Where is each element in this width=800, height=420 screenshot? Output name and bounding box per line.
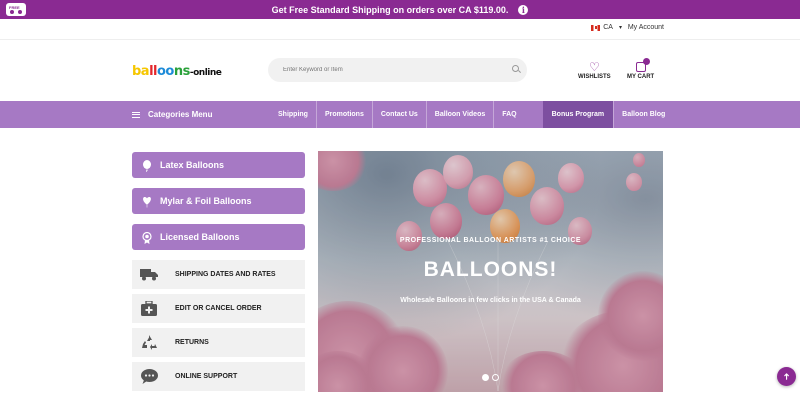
cart-count-badge — [642, 58, 650, 65]
scroll-to-top-button[interactable]: ➜ — [777, 367, 796, 386]
chat-bubble-icon — [140, 369, 158, 385]
logo-part: ba — [132, 64, 150, 79]
arrow-up-icon: ➜ — [780, 372, 791, 381]
nav-links: Shipping Promotions Contact Us Balloon V… — [270, 101, 673, 128]
heart-icon: ♡ — [588, 60, 600, 74]
site-header: balloons-online ♡ WISHLISTS MY CART — [0, 41, 800, 101]
nav-link-balloon-blog[interactable]: Balloon Blog — [613, 101, 673, 128]
nav-link-faq[interactable]: FAQ — [493, 101, 524, 128]
badge-icon — [142, 231, 152, 244]
hero-subtitle: Wholesale Balloons in few clicks in the … — [400, 297, 581, 304]
service-label: SHIPPING DATES AND RATES — [175, 271, 276, 278]
recycle-icon — [140, 335, 158, 351]
category-label: Mylar & Foil Balloons — [160, 196, 252, 206]
site-logo[interactable]: balloons-online — [132, 64, 222, 79]
service-label: ONLINE SUPPORT — [175, 373, 238, 380]
latex-balloon-icon — [142, 159, 152, 172]
free-shipping-truck-icon: FREE — [6, 3, 26, 16]
shopping-bag-icon — [635, 58, 650, 72]
first-aid-kit-icon — [140, 301, 158, 317]
my-account-link[interactable]: My Account — [628, 24, 664, 31]
category-latex-balloons[interactable]: Latex Balloons — [132, 152, 305, 178]
main-nav: Categories Menu Shipping Promotions Cont… — [0, 101, 800, 128]
search-input[interactable] — [283, 67, 493, 73]
categories-menu-button[interactable]: Categories Menu — [132, 101, 212, 128]
hero-kicker: PROFESSIONAL BALLOON ARTISTS #1 CHOICE — [399, 237, 582, 244]
wishlist-button[interactable]: ♡ WISHLISTS — [578, 60, 611, 80]
service-returns[interactable]: RETURNS — [132, 328, 305, 357]
service-edit-cancel-order[interactable]: EDIT OR CANCEL ORDER — [132, 294, 305, 323]
country-selector[interactable]: CA ▾ — [591, 24, 622, 31]
category-licensed-balloons[interactable]: Licensed Balloons — [132, 224, 305, 250]
search-box — [268, 58, 527, 82]
caret-down-icon: ▾ — [618, 25, 622, 31]
category-label: Licensed Balloons — [160, 232, 240, 242]
hamburger-icon — [132, 111, 140, 118]
truck-icon — [140, 267, 158, 283]
sidebar: Latex Balloons Mylar & Foil Balloons Lic… — [132, 152, 305, 396]
hero-slider[interactable]: PROFESSIONAL BALLOON ARTISTS #1 CHOICE B… — [318, 151, 663, 392]
cart-label: MY CART — [627, 74, 655, 80]
nav-link-balloon-videos[interactable]: Balloon Videos — [425, 101, 493, 128]
cart-button[interactable]: MY CART — [627, 58, 655, 80]
service-shipping-dates[interactable]: SHIPPING DATES AND RATES — [132, 260, 305, 289]
slider-dot-1[interactable] — [482, 374, 489, 381]
nav-link-promotions[interactable]: Promotions — [315, 101, 372, 128]
canada-flag-icon — [591, 24, 601, 31]
logo-part: ll — [149, 64, 157, 79]
nav-link-shipping[interactable]: Shipping — [270, 101, 316, 128]
service-label: EDIT OR CANCEL ORDER — [175, 305, 262, 312]
service-label: RETURNS — [175, 339, 209, 346]
search-icon[interactable] — [512, 65, 519, 72]
slider-dots — [482, 374, 499, 381]
service-online-support[interactable]: ONLINE SUPPORT — [132, 362, 305, 391]
nav-link-bonus-program[interactable]: Bonus Program — [542, 101, 614, 128]
utility-bar: CA ▾ My Account — [0, 19, 800, 40]
wishlist-label: WISHLISTS — [578, 74, 611, 80]
promo-bar: FREE Get Free Standard Shipping on order… — [0, 0, 800, 19]
category-label: Latex Balloons — [160, 160, 225, 170]
nav-link-contact-us[interactable]: Contact Us — [371, 101, 426, 128]
logo-part: ns — [173, 64, 191, 79]
logo-suffix: -online — [189, 68, 222, 78]
country-code: CA — [603, 24, 613, 31]
logo-part: oo — [157, 64, 174, 79]
hero-title: BALLOONS! — [423, 258, 558, 281]
heart-balloon-icon — [142, 196, 152, 207]
info-icon[interactable]: i — [518, 4, 529, 15]
free-badge-text: FREE — [9, 5, 20, 10]
slider-dot-2[interactable] — [492, 374, 499, 381]
category-mylar-foil-balloons[interactable]: Mylar & Foil Balloons — [132, 188, 305, 214]
categories-menu-label: Categories Menu — [148, 110, 213, 119]
promo-text: Get Free Standard Shipping on orders ove… — [271, 4, 509, 15]
